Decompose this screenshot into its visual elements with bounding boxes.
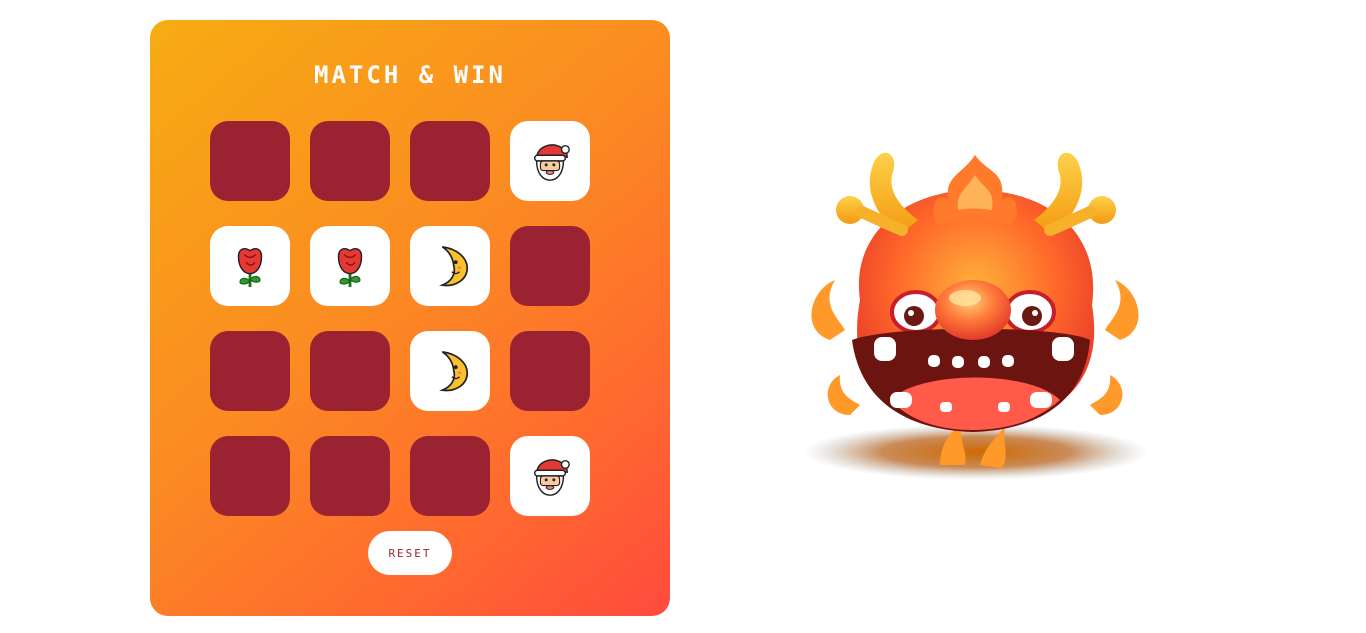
rose-icon [327, 243, 373, 289]
card-hidden[interactable] [210, 331, 290, 411]
card-hidden[interactable] [410, 121, 490, 201]
reset-button[interactable]: RESET [368, 531, 452, 575]
card-revealed[interactable] [310, 226, 390, 306]
game-title: MATCH & WIN [314, 61, 506, 89]
card-hidden[interactable] [210, 121, 290, 201]
rose-icon [227, 243, 273, 289]
card-revealed[interactable] [510, 436, 590, 516]
card-revealed[interactable] [510, 121, 590, 201]
card-hidden[interactable] [310, 436, 390, 516]
card-hidden[interactable] [410, 436, 490, 516]
crescent-moon-face-icon [427, 243, 473, 289]
card-revealed[interactable] [410, 226, 490, 306]
game-panel: MATCH & WIN RESET [150, 20, 670, 616]
santa-icon [527, 138, 573, 184]
card-grid [210, 121, 590, 516]
card-hidden[interactable] [210, 436, 290, 516]
card-hidden[interactable] [510, 331, 590, 411]
card-hidden[interactable] [310, 331, 390, 411]
crescent-moon-face-icon [427, 348, 473, 394]
card-hidden[interactable] [510, 226, 590, 306]
fire-dragon-mascot-icon [804, 152, 1148, 480]
card-revealed[interactable] [210, 226, 290, 306]
santa-icon [527, 453, 573, 499]
card-revealed[interactable] [410, 331, 490, 411]
card-hidden[interactable] [310, 121, 390, 201]
